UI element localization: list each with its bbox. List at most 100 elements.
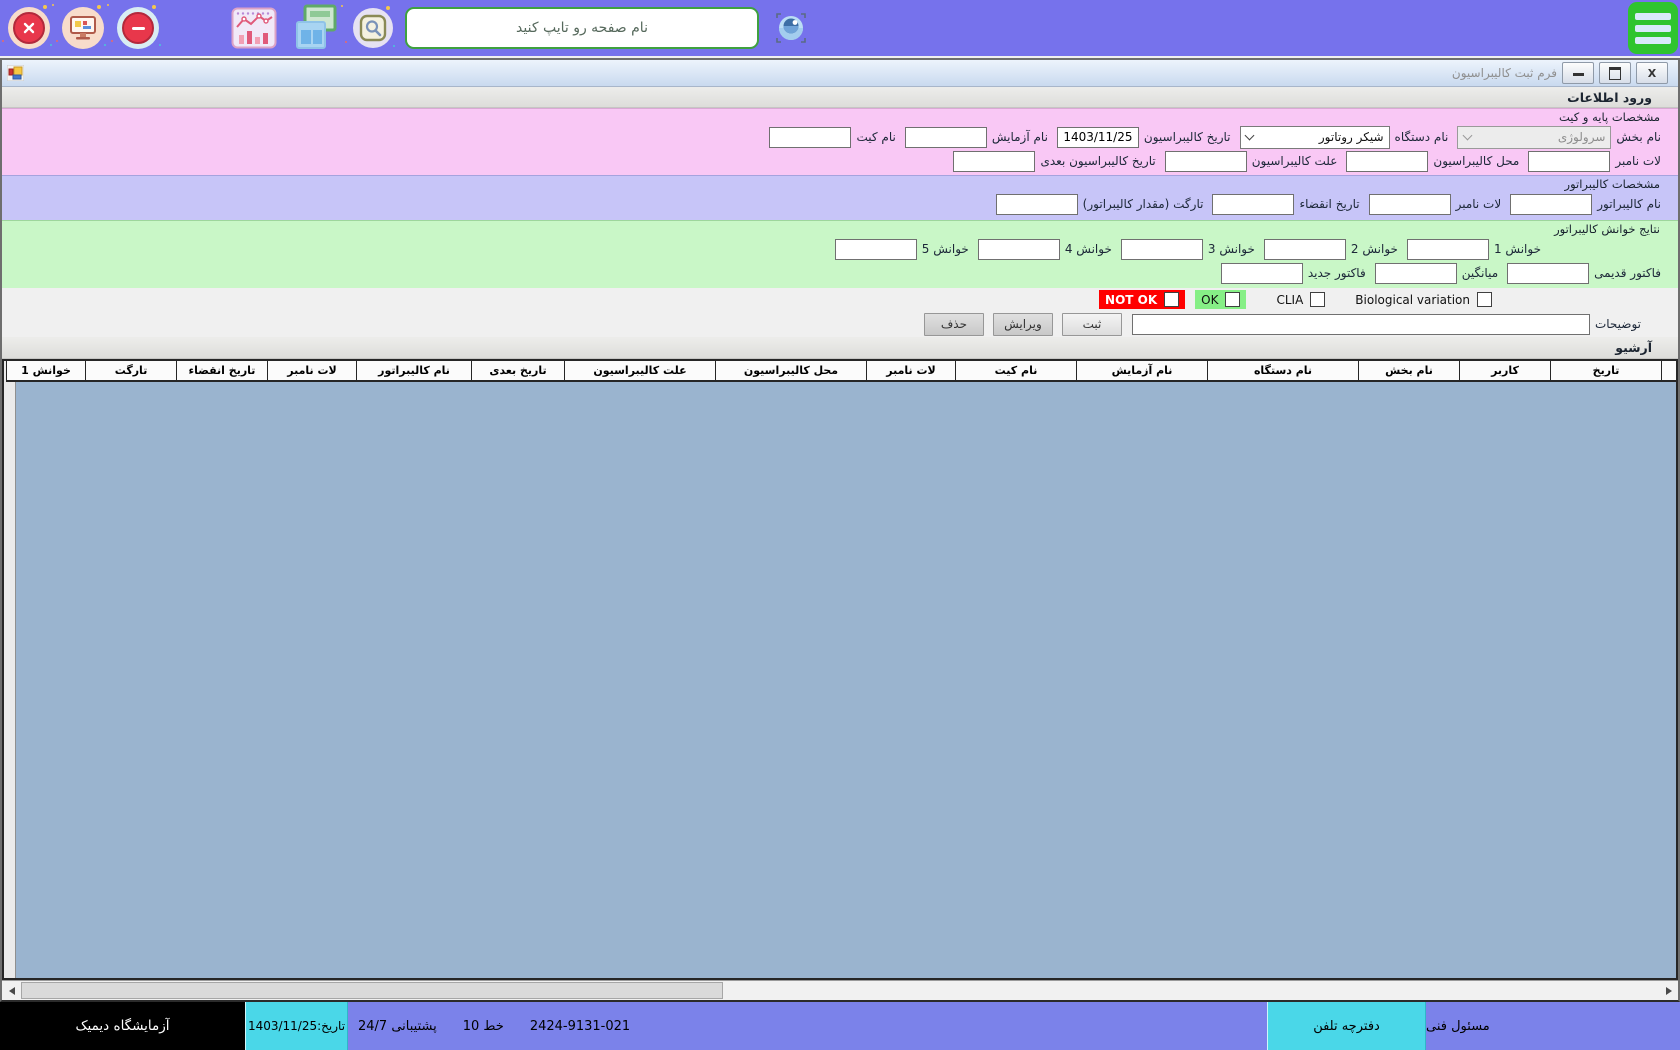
- minimize-button[interactable]: [1562, 62, 1594, 84]
- reading-1-label: خوانش 1: [1494, 242, 1541, 256]
- mean-input[interactable]: [1375, 263, 1457, 284]
- readings-group-title: نتایج خوانش کالیبراتور: [10, 222, 1670, 237]
- reading-1-input[interactable]: [1407, 239, 1489, 260]
- column-header-13[interactable]: تارگت: [85, 361, 176, 382]
- calibration-date-label: تاریخ کالیبراسیون: [1144, 130, 1231, 144]
- clia-label: CLIA: [1276, 293, 1303, 307]
- not-ok-flag: NOT OK: [1099, 290, 1185, 309]
- column-header-14[interactable]: خوانش 1: [6, 361, 85, 382]
- calibrator-name-label: نام کالیبراتور: [1597, 197, 1661, 211]
- support-lines: 10 خط: [463, 1019, 504, 1034]
- magnifier-icon: [359, 14, 387, 42]
- data-entry-band-title: ورود اطلاعات: [1567, 90, 1652, 105]
- vertical-scrollbar[interactable]: [4, 361, 16, 978]
- target-value-label: تارگت (مقدار کالیبراتور): [1083, 197, 1204, 211]
- column-header-11[interactable]: لات نامبر: [267, 361, 356, 382]
- not-ok-checkbox[interactable]: [1164, 292, 1179, 307]
- reading-3-input[interactable]: [1121, 239, 1203, 260]
- edit-button[interactable]: ویرایش: [993, 313, 1053, 336]
- app-minimize-button[interactable]: [117, 7, 159, 49]
- readings-row-1: خوانش 1خوانش 2خوانش 3خوانش 4خوانش 5: [10, 237, 1670, 261]
- kit-name-label: نام کیت: [856, 130, 895, 144]
- next-calibration-date-input[interactable]: [953, 151, 1035, 172]
- hamburger-menu-button[interactable]: [1628, 2, 1678, 54]
- clia-checkbox[interactable]: [1310, 292, 1325, 307]
- column-header-3[interactable]: نام دستگاه: [1207, 361, 1358, 382]
- chevron-down-icon: [1458, 127, 1476, 148]
- reading-5-label: خوانش 5: [922, 242, 969, 256]
- scrollbar-track[interactable]: [723, 981, 1659, 1000]
- column-header-6[interactable]: لات نامبر: [866, 361, 955, 382]
- watch-button[interactable]: [771, 8, 811, 48]
- lot-number-input[interactable]: [1528, 151, 1610, 172]
- department-label: نام بخش: [1616, 130, 1661, 144]
- biological-variation-checkbox[interactable]: [1477, 292, 1492, 307]
- lab-name-segment: آزمایشگاه دیمیک: [0, 1002, 245, 1050]
- column-header-7[interactable]: محل کالیبراسیون: [715, 361, 866, 382]
- expiry-date-input[interactable]: [1212, 194, 1294, 215]
- scroll-right-arrow[interactable]: [1659, 981, 1678, 1000]
- ok-checkbox[interactable]: [1225, 292, 1240, 307]
- close-button[interactable]: X: [1636, 62, 1668, 84]
- test-name-input[interactable]: [905, 127, 987, 148]
- base-kit-section: مشخصات پایه و کیت نام بخشسرولوژینام دستگ…: [2, 108, 1678, 175]
- phonebook-button[interactable]: دفترچه تلفن: [1267, 1002, 1426, 1050]
- column-header-0[interactable]: تاریخ: [1550, 361, 1661, 382]
- calibrator-lot-label: لات نامبر: [1456, 197, 1502, 211]
- reading-5-input[interactable]: [835, 239, 917, 260]
- archive-grid-body[interactable]: [16, 382, 1676, 978]
- old-factor-input[interactable]: [1507, 263, 1589, 284]
- reading-4-input[interactable]: [978, 239, 1060, 260]
- window-title: فرم ثبت کالیبراسیون: [1452, 66, 1557, 80]
- form-icon: [7, 65, 24, 81]
- base-kit-group-title: مشخصات پایه و کیت: [10, 110, 1670, 125]
- lot-number-label: لات نامبر: [1615, 154, 1661, 168]
- comments-label: توضیحات: [1595, 317, 1641, 331]
- search-input[interactable]: [405, 7, 759, 49]
- comments-input[interactable]: [1132, 314, 1590, 335]
- calibration-date-input[interactable]: [1057, 127, 1139, 148]
- mean-label: میانگین: [1462, 266, 1498, 280]
- calibration-place-input[interactable]: [1346, 151, 1428, 172]
- column-header-1[interactable]: کاربر: [1459, 361, 1550, 382]
- app-close-button[interactable]: [8, 7, 50, 49]
- scroll-left-arrow[interactable]: [2, 981, 21, 1000]
- ok-flag: OK: [1195, 290, 1246, 309]
- scrollbar-thumb[interactable]: [21, 982, 723, 999]
- desktop-button[interactable]: [62, 7, 104, 49]
- readings-row-2: فاکتور قدیمیمیانگینفاکتور جدید: [10, 261, 1670, 285]
- search-button[interactable]: [353, 8, 393, 48]
- column-header-8[interactable]: علت کالیبراسیون: [564, 361, 715, 382]
- calibrator-group-title: مشخصات کالیبراتور: [10, 177, 1670, 192]
- column-header-2[interactable]: نام بخش: [1358, 361, 1459, 382]
- column-header-12[interactable]: تاریخ انقضاء: [176, 361, 267, 382]
- device-label: نام دستگاه: [1395, 130, 1449, 144]
- reading-2-input[interactable]: [1264, 239, 1346, 260]
- support-segment: پشتیبانی 24/7 10 خط 2424-9131-021: [348, 1002, 1267, 1050]
- calibrator-lot-input[interactable]: [1369, 194, 1451, 215]
- new-factor-input[interactable]: [1221, 263, 1303, 284]
- reading-3-label: خوانش 3: [1208, 242, 1255, 256]
- column-header-5[interactable]: نام کیت: [955, 361, 1076, 382]
- target-value-input[interactable]: [996, 194, 1078, 215]
- forms-button[interactable]: [291, 4, 339, 52]
- calibration-place-label: محل کالیبراسیون: [1433, 154, 1519, 168]
- delete-button[interactable]: حذف: [924, 313, 984, 336]
- technical-manager-label: مسئول فنی: [1426, 1002, 1680, 1050]
- maximize-button[interactable]: [1599, 62, 1631, 84]
- window-titlebar: فرم ثبت کالیبراسیون X: [2, 60, 1678, 87]
- calibrator-name-input[interactable]: [1510, 194, 1592, 215]
- horizontal-scrollbar: [2, 980, 1678, 1000]
- chevron-down-icon: [1241, 127, 1259, 148]
- data-entry-band: ورود اطلاعات: [2, 87, 1678, 108]
- windows-icon: [291, 4, 339, 52]
- device-combobox[interactable]: شیکر روتاتور: [1240, 126, 1390, 149]
- column-header-4[interactable]: نام آزمایش: [1076, 361, 1207, 382]
- kit-name-input[interactable]: [769, 127, 851, 148]
- save-button[interactable]: ثبت: [1062, 313, 1122, 336]
- column-header-10[interactable]: نام کالیبراتور: [356, 361, 471, 382]
- device-value: شیکر روتاتور: [1259, 130, 1389, 144]
- charts-button[interactable]: [231, 7, 277, 49]
- column-header-9[interactable]: تاریخ بعدی: [471, 361, 564, 382]
- calibration-reason-input[interactable]: [1165, 151, 1247, 172]
